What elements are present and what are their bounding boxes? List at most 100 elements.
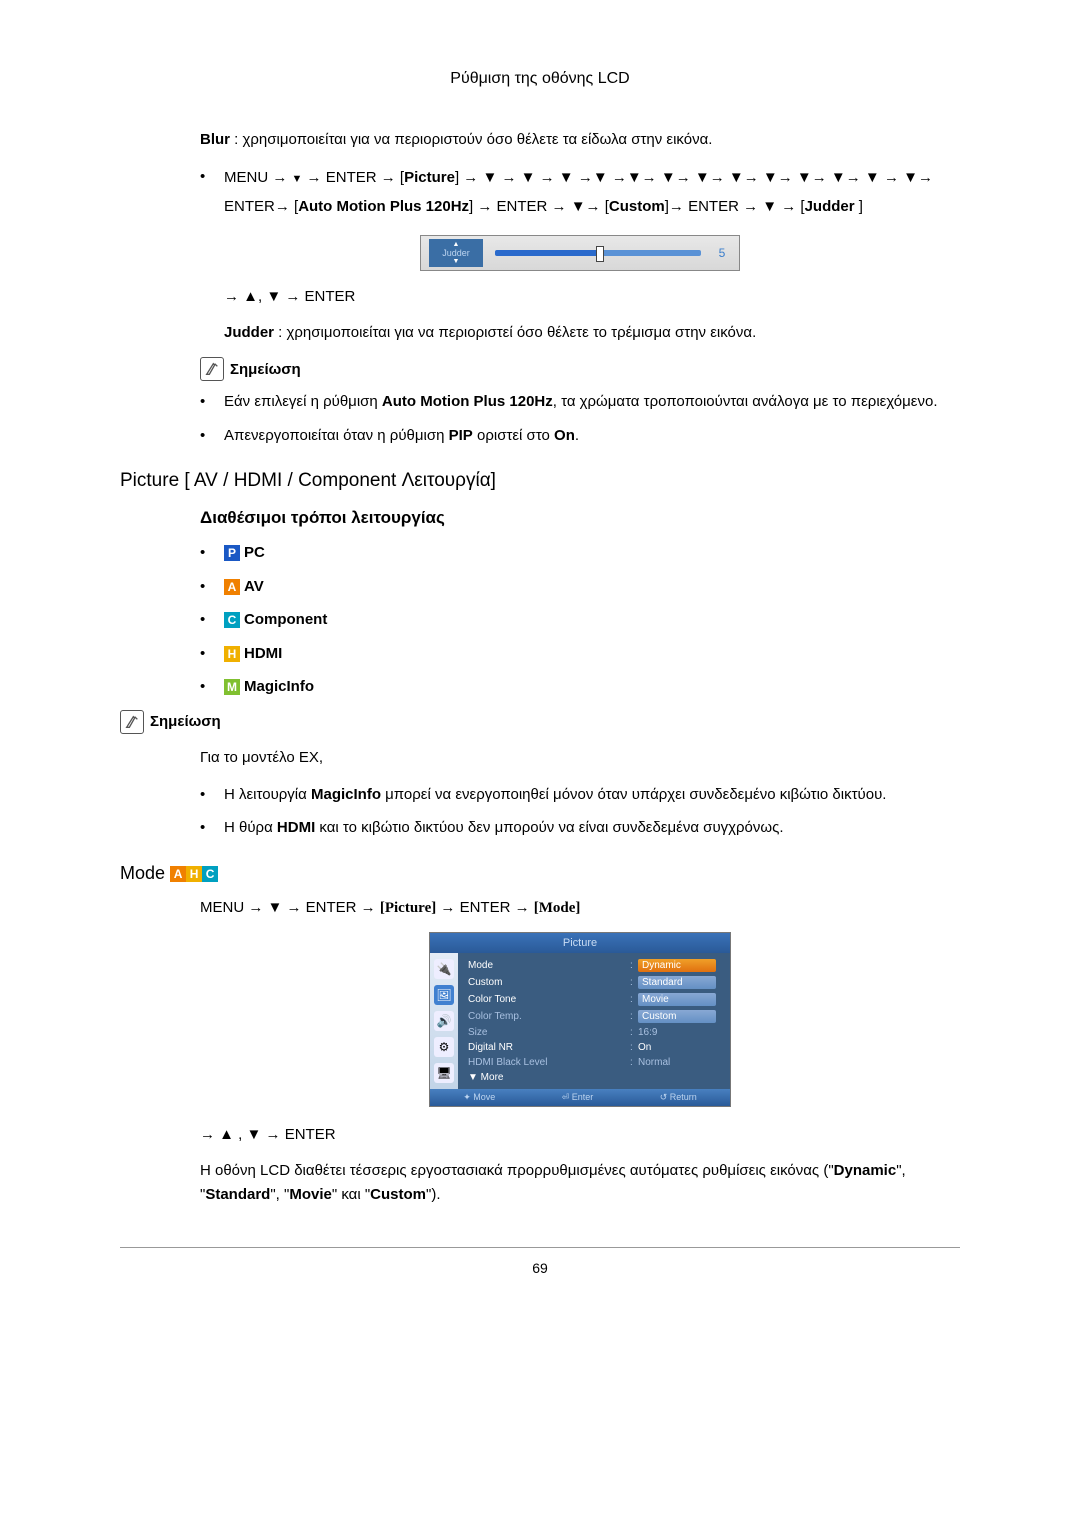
down-arrow-icon: ▼ [453,258,460,265]
component-icon: C [202,866,218,882]
fp-pre: Η οθόνη LCD διαθέτει τέσσερις εργοστασια… [200,1162,834,1179]
mode-label: Component [244,611,327,628]
fp-c2: ", " [270,1186,289,1203]
mp-rest2: ]→ ENTER → ▼ → [ [665,198,805,215]
osd-value: Normal [638,1057,670,1068]
mode-label: AV [244,578,264,595]
mp-custom: Custom [609,198,665,215]
slider-track [495,250,701,256]
bullet-dot: • [200,540,224,566]
note-heading-1: Σημείωση [200,357,960,381]
mode-item-pc: •PPC [200,540,960,566]
bullet-dot: • [200,423,224,449]
final-paragraph: Η οθόνη LCD διαθέτει τέσσερις εργοστασια… [200,1159,960,1207]
n2i2-pre: Η θύρα [224,819,277,836]
slider-value: 5 [713,246,731,260]
osd-value: 16:9 [638,1027,657,1038]
n2i1-pre: Η λειτουργία [224,786,311,803]
osd-row: Digital NR:On [468,1040,724,1055]
blur-rest: : χρησιμοποιείται για να περιοριστούν όσ… [230,131,712,148]
mode-label: MagicInfo [244,678,314,695]
osd-return-hint: ↺ Return [660,1092,697,1103]
mode-path-b: → ENTER → [436,899,534,916]
osd-key: Size [468,1027,630,1038]
fp-c4: "). [426,1186,441,1203]
osd-row: Color Tone:Movie [468,991,724,1008]
bullet-dot: • [200,815,224,841]
n1i1-pre: Εάν επιλεγεί η ρύθμιση [224,393,382,410]
n2i2-b: HDMI [277,819,315,836]
mode-heading-icons: AHC [170,863,218,884]
n1i2-b2: On [554,427,575,444]
mode-item-av: •AAV [200,574,960,600]
n2i1-rest: μπορεί να ενεργοποιηθεί μόνον όταν υπάρχ… [381,786,886,803]
bullet-dot: • [200,607,224,633]
slider-name: Judder [442,248,470,258]
n1i2-mid: οριστεί στο [473,427,554,444]
judder-description: Judder : χρησιμοποιείται για να περιορισ… [224,321,960,345]
bullet-dot: • [200,641,224,667]
mode-heading: Mode AHC [120,863,960,884]
osd-rows: Mode:DynamicCustom:StandardColor Tone:Mo… [458,953,730,1089]
mp-picture: Picture [404,169,455,186]
osd-move-hint: ✦ Move [463,1092,495,1103]
osd-footer: ✦ Move ⏎ Enter ↺ Return [430,1089,730,1106]
osd-value-option: Standard [638,976,716,989]
mp-rest1: ] → ENTER → ▼→ [ [469,198,609,215]
mode-path-a: MENU → ▼ → ENTER → [200,899,380,916]
pc-icon: P [224,545,240,561]
note2-item-2: • Η θύρα HDMI και το κιβώτιο δικτύου δεν… [200,815,960,841]
n1i2-pre: Απενεργοποιείται όταν η ρύθμιση [224,427,449,444]
mode-item-magicinfo: •MMagicInfo [200,674,960,700]
blur-description: Blur : χρησιμοποιείται για να περιοριστο… [200,128,960,152]
footer-rule [120,1247,960,1248]
osd-row: HDMI Black Level:Normal [468,1055,724,1070]
fp-b1: Dynamic [834,1162,897,1179]
osd-value-option: Movie [638,993,716,1006]
judder-rest: : χρησιμοποιείται για να περιοριστεί όσο… [274,324,756,341]
note1-item-2: • Απενεργοποιείται όταν η ρύθμιση PIP ορ… [200,423,960,449]
bullet-dot: • [200,164,224,221]
osd-value-option: Custom [638,1010,716,1023]
mode-label: PC [244,544,265,561]
mode-list: •PPC•AAV•CComponent•HHDMI•MMagicInfo [200,540,960,700]
av-icon: A [224,579,240,595]
n1i2-rest: . [575,427,579,444]
osd-enter-hint: ⏎ Enter [562,1092,594,1103]
judder-label: Judder [224,324,274,341]
osd-key: HDMI Black Level [468,1057,630,1068]
note-icon [200,357,224,381]
n1i1-rest: , τα χρώματα τροποποιούνται ανάλογα με τ… [553,393,938,410]
osd-sidebar: 🔌 🖼 🔊 ⚙ 🖥 [430,953,458,1089]
osd-title: Picture [430,933,730,953]
n1i2-b1: PIP [449,427,473,444]
note1-item-1: • Εάν επιλεγεί η ρύθμιση Auto Motion Plu… [200,389,960,415]
n1i1-b: Auto Motion Plus 120Hz [382,393,553,410]
fp-b3: Movie [289,1186,332,1203]
slider-thumb [596,246,604,262]
fp-b2: Standard [205,1186,270,1203]
osd-key: Color Tone [468,994,630,1005]
fp-c3: " και " [332,1186,370,1203]
blur-label: Blur [200,131,230,148]
osd-value-selected: Dynamic [638,959,716,972]
slider-label-column: ▲ Judder ▼ [429,239,483,267]
bullet-dot: • [200,389,224,415]
bullet-dot: • [200,574,224,600]
judder-slider: ▲ Judder ▼ 5 [420,235,740,271]
after-menu-path: → ▲ , ▼ → ENTER [200,1123,960,1147]
osd-value: On [638,1042,651,1053]
hdmi-icon: H [186,866,202,882]
bullet-dot: • [200,782,224,808]
osd-key: Mode [468,960,630,971]
osd-sound-icon: 🔊 [434,1011,454,1031]
osd-setup-icon: ⚙ [434,1037,454,1057]
osd-row: Mode:Dynamic [468,957,724,974]
note-icon [120,710,144,734]
osd-multi-icon: 🖥 [434,1063,454,1083]
av-icon: A [170,866,186,882]
picture-heading: Picture [ AV / HDMI / Component Λειτουργ… [120,470,960,492]
menu-path-judder: • MENU → ▼ → ENTER → [Picture] → ▼ → ▼ →… [200,164,960,221]
mode-item-hdmi: •HHDMI [200,641,960,667]
mode-item-component: •CComponent [200,607,960,633]
